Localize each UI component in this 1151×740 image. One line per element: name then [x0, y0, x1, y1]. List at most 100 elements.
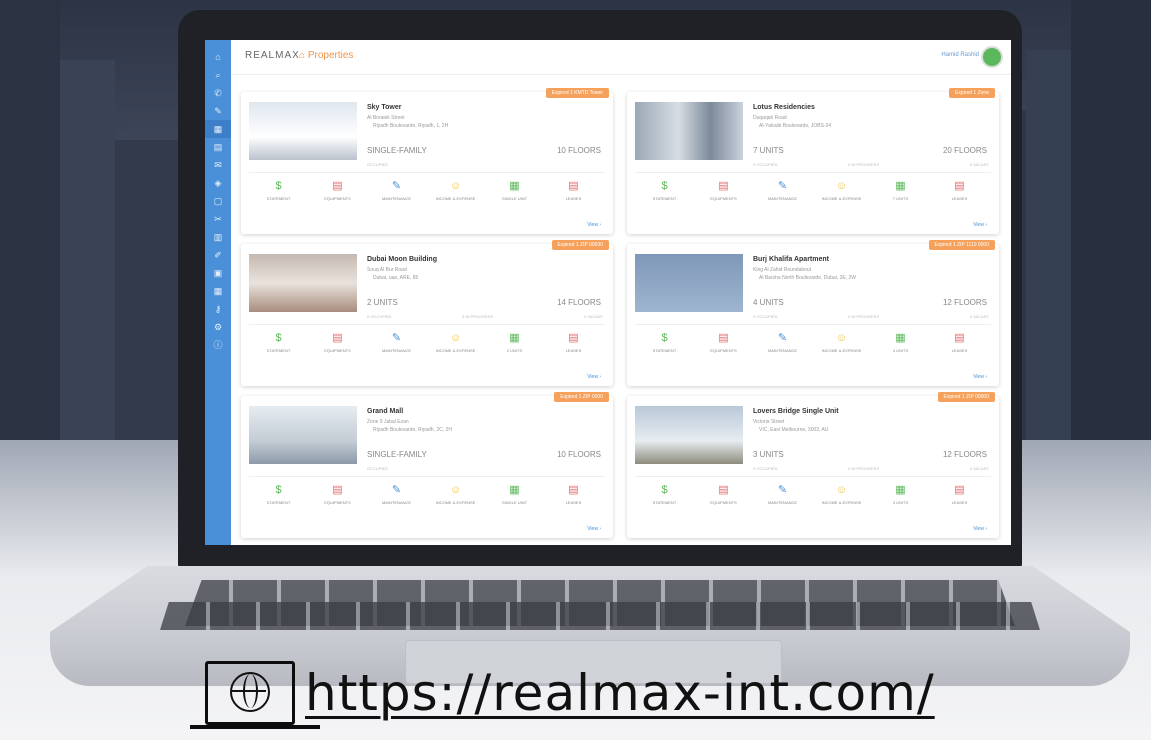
statement-button[interactable]: $ STATEMENT — [249, 482, 308, 516]
home-icon[interactable]: ⌂ — [205, 48, 231, 66]
action-label: INCOME & EXPENSE — [435, 348, 476, 353]
property-photo[interactable] — [249, 102, 357, 160]
in-progress-count: 0 IN PROGRESS — [462, 314, 494, 319]
search-icon[interactable]: ⌕ — [205, 66, 231, 84]
calendar-icon[interactable]: ▣ — [205, 264, 231, 282]
status-badge: Expired 1 ZIP 00000 — [937, 392, 995, 402]
tool-icon[interactable]: ✂ — [205, 210, 231, 228]
units-button[interactable]: ▦ 3 UNITS — [871, 482, 930, 516]
file-icon[interactable]: ▤ — [205, 138, 231, 156]
income-expense-button[interactable]: ☺ INCOME & EXPENSE — [812, 178, 871, 212]
website-url[interactable]: https://realmax-int.com/ — [305, 664, 935, 722]
income-expense-button[interactable]: ☺ INCOME & EXPENSE — [426, 178, 485, 212]
units-button[interactable]: ▦ 7 UNITS — [871, 178, 930, 212]
maintenance-button[interactable]: ✎ MAINTENANCE — [753, 482, 812, 516]
statement-button[interactable]: $ STATEMENT — [249, 330, 308, 364]
action-bar: $ STATEMENT ▤ EQUIPMENTS ✎ MAINTENANCE ☺… — [635, 482, 991, 516]
avatar[interactable] — [981, 46, 1003, 68]
property-title[interactable]: Lovers Bridge Single Unit — [753, 408, 839, 415]
maintenance-button[interactable]: ✎ MAINTENANCE — [753, 330, 812, 364]
property-photo[interactable] — [635, 254, 743, 312]
leases-button[interactable]: ▤ LEASES — [930, 482, 989, 516]
property-title[interactable]: Sky Tower — [367, 104, 402, 111]
view-label: View — [587, 374, 598, 380]
maintenance-button[interactable]: ✎ MAINTENANCE — [367, 482, 426, 516]
leases-button[interactable]: ▤ LEASES — [544, 330, 603, 364]
income-expense-button[interactable]: ☺ INCOME & EXPENSE — [426, 330, 485, 364]
key-icon[interactable]: ⚷ — [205, 300, 231, 318]
edit-icon[interactable]: ✎ — [205, 102, 231, 120]
action-label: MAINTENANCE — [767, 500, 798, 505]
tag-icon[interactable]: ◈ — [205, 174, 231, 192]
leases-button[interactable]: ▤ LEASES — [544, 178, 603, 212]
mail-icon[interactable]: ✉ — [205, 156, 231, 174]
property-photo[interactable] — [249, 406, 357, 464]
leases-icon: ▤ — [568, 332, 579, 344]
action-label: SINGLE UNIT — [501, 500, 528, 505]
property-photo[interactable] — [635, 406, 743, 464]
leases-button[interactable]: ▤ LEASES — [930, 330, 989, 364]
action-label: STATEMENT — [652, 196, 677, 201]
equipments-button[interactable]: ▤ EQUIPMENTS — [694, 178, 753, 212]
maintenance-button[interactable]: ✎ MAINTENANCE — [367, 178, 426, 212]
doc-icon[interactable]: ▢ — [205, 192, 231, 210]
pen-icon[interactable]: ✐ — [205, 246, 231, 264]
building-icon[interactable]: ▦ — [205, 120, 231, 138]
phone-icon[interactable]: ✆ — [205, 84, 231, 102]
equipments-button[interactable]: ▤ EQUIPMENTS — [308, 482, 367, 516]
property-card[interactable]: Expired 1 ZIP 00030 Dubai Moon Building So… — [241, 240, 613, 386]
property-title[interactable]: Burj Khalifa Apartment — [753, 256, 829, 263]
statement-button[interactable]: $ STATEMENT — [249, 178, 308, 212]
equipments-button[interactable]: ▤ EQUIPMENTS — [694, 482, 753, 516]
brand-logo[interactable]: REALMAX — [245, 50, 300, 61]
view-link[interactable]: View › — [587, 526, 601, 532]
units-icon: ▦ — [509, 484, 520, 496]
property-title[interactable]: Lotus Residencies — [753, 104, 815, 111]
vacant-count: 2 VACANT — [969, 466, 989, 471]
maintenance-button[interactable]: ✎ MAINTENANCE — [367, 330, 426, 364]
view-link[interactable]: View › — [973, 374, 987, 380]
statement-button[interactable]: $ STATEMENT — [635, 178, 694, 212]
property-title[interactable]: Grand Mall — [367, 408, 403, 415]
divider — [635, 324, 991, 325]
action-label: EQUIPMENTS — [324, 196, 351, 201]
statement-button[interactable]: $ STATEMENT — [635, 482, 694, 516]
units-button[interactable]: ▦ 2 UNITS — [485, 330, 544, 364]
view-link[interactable]: View › — [973, 526, 987, 532]
property-photo[interactable] — [249, 254, 357, 312]
equipments-button[interactable]: ▤ EQUIPMENTS — [308, 330, 367, 364]
units-button[interactable]: ▦ SINGLE UNIT — [485, 482, 544, 516]
breadcrumb[interactable]: ⌂ Properties — [299, 50, 353, 61]
grid-icon[interactable]: ▦ — [205, 282, 231, 300]
info-icon[interactable]: ⓘ — [205, 336, 231, 354]
maintenance-button[interactable]: ✎ MAINTENANCE — [753, 178, 812, 212]
property-card[interactable]: Expired 1 KMTD Tower Sky Tower Al Boraiek … — [241, 88, 613, 234]
units-button[interactable]: ▦ 4 UNITS — [871, 330, 930, 364]
action-label: EQUIPMENTS — [710, 196, 737, 201]
view-link[interactable]: View › — [587, 222, 601, 228]
property-photo[interactable] — [635, 102, 743, 160]
income-expense-button[interactable]: ☺ INCOME & EXPENSE — [812, 330, 871, 364]
chart-icon[interactable]: ▥ — [205, 228, 231, 246]
equipments-button[interactable]: ▤ EQUIPMENTS — [308, 178, 367, 212]
property-title[interactable]: Dubai Moon Building — [367, 256, 437, 263]
units-button[interactable]: ▦ SINGLE UNIT — [485, 178, 544, 212]
view-link[interactable]: View › — [587, 374, 601, 380]
gear-icon[interactable]: ⚙ — [205, 318, 231, 336]
property-address: Zone 9 Jabal Ezan — [367, 419, 409, 425]
monitor-icon — [205, 661, 295, 725]
property-card[interactable]: Expired 1 Zone Lotus Residencies Duqaqah R… — [627, 88, 999, 234]
income-expense-button[interactable]: ☺ INCOME & EXPENSE — [426, 482, 485, 516]
property-card[interactable]: Expired 1 ZIP 0000 Grand Mall Zone 9 Jabal… — [241, 392, 613, 538]
leases-button[interactable]: ▤ LEASES — [544, 482, 603, 516]
user-name[interactable]: Hamid Rashid — [941, 52, 979, 58]
equipments-button[interactable]: ▤ EQUIPMENTS — [694, 330, 753, 364]
leases-button[interactable]: ▤ LEASES — [930, 178, 989, 212]
property-card[interactable]: Expired 1 ZIP 00000 Lovers Bridge Single … — [627, 392, 999, 538]
property-card[interactable]: Expired 1 ZIP 1110 0000 Burj Khalifa Apar… — [627, 240, 999, 386]
floor-count: 10 FLOORS — [556, 450, 601, 459]
statement-button[interactable]: $ STATEMENT — [635, 330, 694, 364]
action-label: MAINTENANCE — [767, 348, 798, 353]
income-expense-button[interactable]: ☺ INCOME & EXPENSE — [812, 482, 871, 516]
view-link[interactable]: View › — [973, 222, 987, 228]
